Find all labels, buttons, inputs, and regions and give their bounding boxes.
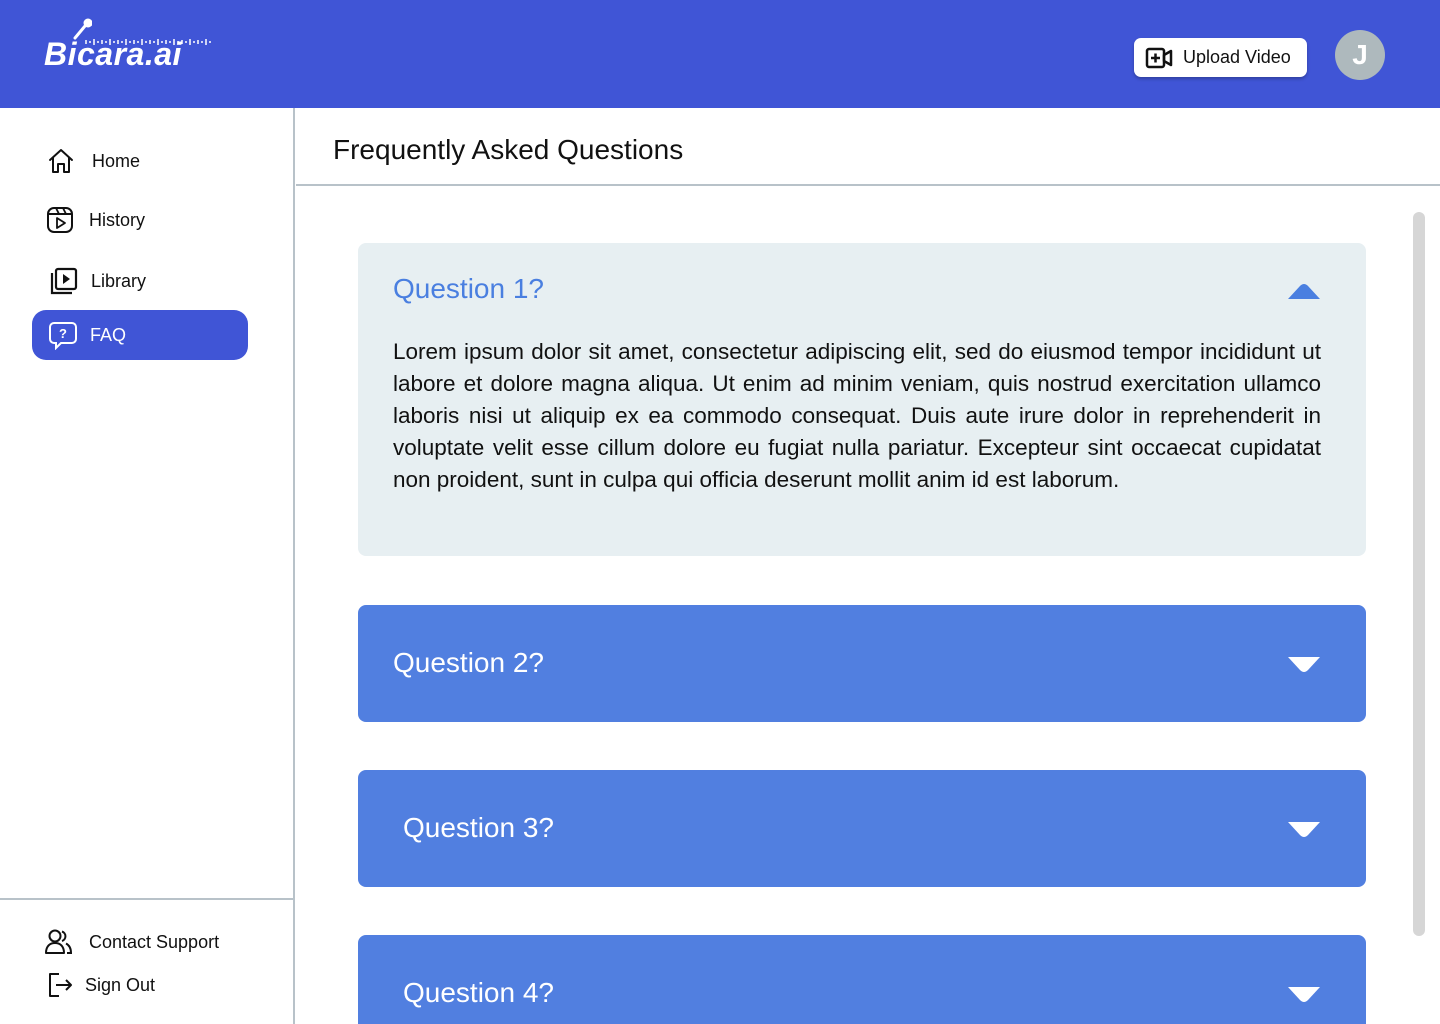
sidebar-item-home[interactable]: Home: [32, 136, 248, 186]
faq-item-1[interactable]: Question 1? Lorem ipsum dolor sit amet, …: [358, 243, 1366, 556]
chevron-down-icon[interactable]: [1286, 820, 1322, 840]
chevron-down-icon[interactable]: [1286, 655, 1322, 675]
faq-item-2[interactable]: Question 2?: [358, 605, 1366, 722]
sidebar-item-label: Home: [92, 150, 141, 171]
faq-question: Question 1?: [393, 273, 544, 304]
logo[interactable]: Bicara.ai: [44, 18, 224, 74]
sidebar: Home History Library ? FAQ Contact Suppo…: [0, 108, 295, 1024]
history-icon: [45, 205, 75, 235]
top-bar: Bicara.ai Upload Video J: [0, 0, 1440, 108]
sidebar-item-library[interactable]: Library: [32, 256, 248, 306]
faq-question: Question 2?: [393, 647, 544, 678]
faq-icon: ?: [48, 320, 78, 350]
page-header: Frequently Asked Questions: [296, 108, 1440, 186]
sidebar-divider: [0, 898, 294, 900]
faq-answer: Lorem ipsum dolor sit amet, consectetur …: [393, 339, 1321, 492]
sign-out-button[interactable]: Sign Out: [32, 960, 248, 1010]
logo-text: Bicara.ai: [44, 36, 182, 72]
library-icon: [49, 266, 79, 296]
sidebar-item-label: FAQ: [90, 324, 127, 345]
page-title: Frequently Asked Questions: [333, 134, 684, 165]
contact-support-label: Contact Support: [89, 931, 220, 952]
svg-text:?: ?: [59, 326, 67, 341]
sidebar-item-label: History: [89, 209, 146, 230]
avatar[interactable]: J: [1335, 30, 1385, 80]
home-icon: [46, 146, 76, 176]
avatar-initial: J: [1352, 39, 1368, 70]
sign-out-icon: [45, 970, 75, 1000]
users-icon: [44, 927, 74, 957]
faq-question: Question 3?: [403, 812, 554, 843]
scrollbar[interactable]: [1413, 212, 1425, 936]
upload-video-button[interactable]: Upload Video: [1134, 38, 1307, 77]
sidebar-item-faq[interactable]: ? FAQ: [32, 310, 248, 360]
sidebar-item-label: Library: [91, 270, 147, 291]
faq-item-3[interactable]: Question 3?: [358, 770, 1366, 887]
chevron-up-icon[interactable]: [1286, 281, 1322, 301]
sign-out-label: Sign Out: [85, 974, 156, 995]
sidebar-item-history[interactable]: History: [32, 195, 248, 245]
faq-question: Question 4?: [403, 977, 554, 1008]
video-plus-icon: [1145, 47, 1173, 68]
faq-item-4[interactable]: Question 4?: [358, 935, 1366, 1024]
upload-video-label: Upload Video: [1183, 47, 1291, 67]
chevron-down-icon[interactable]: [1286, 985, 1322, 1005]
